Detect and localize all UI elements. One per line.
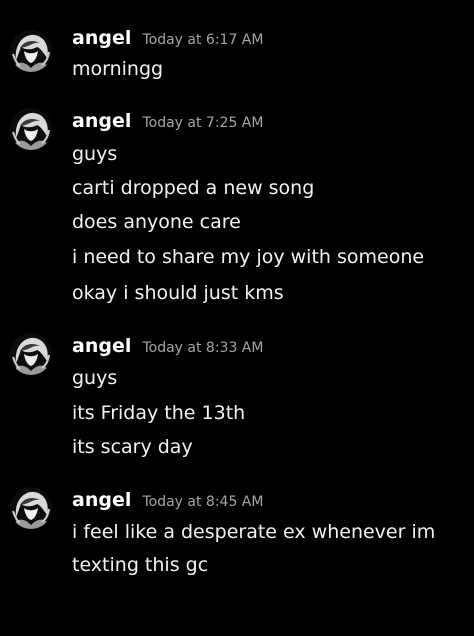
author-name[interactable]: angel (72, 110, 131, 132)
message-header: angel Today at 6:17 AM (72, 27, 263, 51)
anime-avatar-icon (10, 487, 52, 529)
avatar[interactable] (10, 108, 52, 150)
message-text: guys (72, 367, 118, 389)
message-text: its scary day (72, 436, 193, 458)
message-text: its Friday the 13th (72, 402, 246, 424)
anime-avatar-icon (10, 333, 52, 375)
anime-avatar-icon (10, 108, 52, 150)
message-text: texting this gc (72, 554, 209, 576)
timestamp: Today at 7:25 AM (142, 115, 264, 131)
avatar[interactable] (10, 333, 52, 375)
author-name[interactable]: angel (72, 335, 131, 357)
timestamp: Today at 6:17 AM (142, 32, 264, 48)
timestamp: Today at 8:33 AM (142, 340, 264, 356)
message-header: angel Today at 8:45 AM (72, 489, 263, 513)
author-name[interactable]: angel (72, 489, 131, 511)
message-text: morningg (72, 58, 164, 80)
message-header: angel Today at 7:25 AM (72, 110, 263, 134)
avatar[interactable] (10, 30, 52, 72)
author-name[interactable]: angel (72, 27, 131, 49)
message-text: okay i should just kms (72, 282, 284, 304)
message-text: carti dropped a new song (72, 177, 315, 199)
message-text: i feel like a desperate ex whenever im (72, 521, 436, 543)
avatar[interactable] (10, 487, 52, 529)
message-text: guys (72, 143, 118, 165)
message-header: angel Today at 8:33 AM (72, 335, 263, 359)
message-text: does anyone care (72, 211, 241, 233)
message-text: i need to share my joy with someone (72, 246, 425, 268)
anime-avatar-icon (10, 30, 52, 72)
timestamp: Today at 8:45 AM (142, 494, 264, 510)
